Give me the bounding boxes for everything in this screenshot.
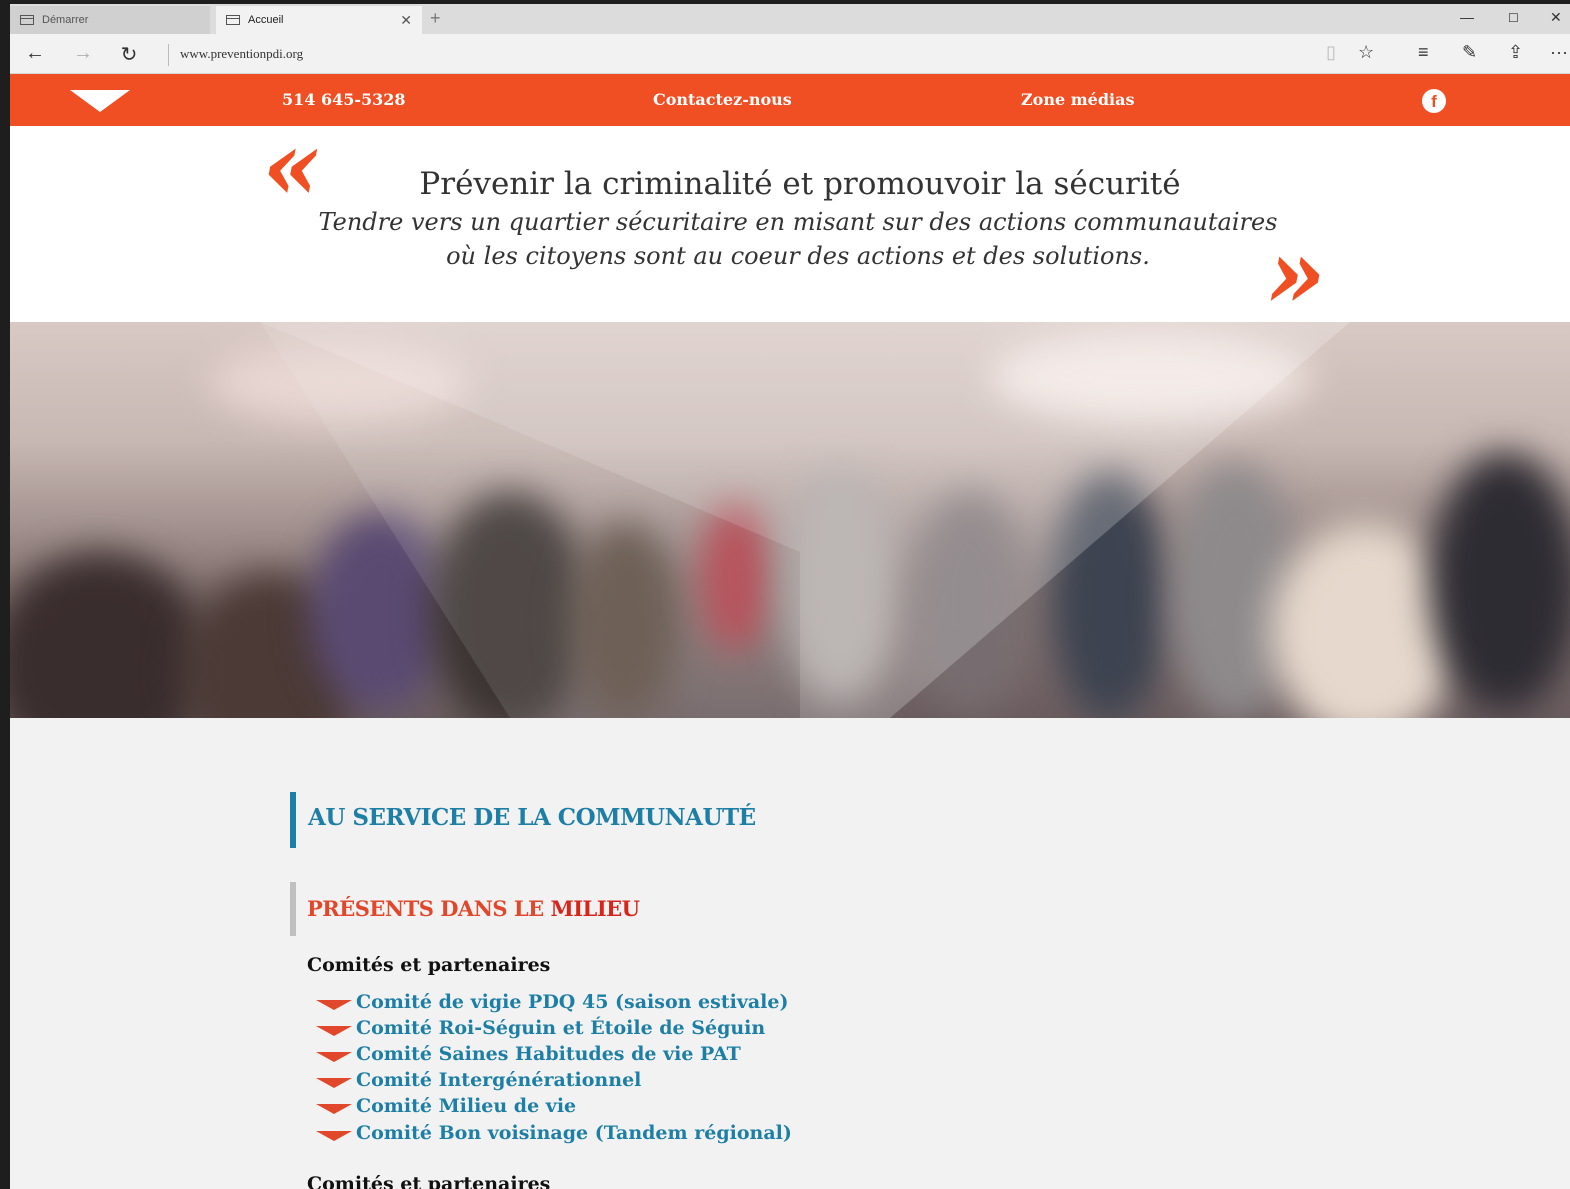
new-tab-icon[interactable]: +	[430, 8, 441, 29]
tagline-line-1: Tendre vers un quartier sécuritaire en m…	[318, 208, 1278, 236]
hub-icon[interactable]: ≡	[1418, 42, 1429, 63]
list-item[interactable]: Comité Saines Habitudes de vie PAT	[316, 1041, 741, 1067]
nav-media-link[interactable]: Zone médias	[1021, 90, 1134, 109]
committee-link[interactable]: Comité Milieu de vie	[356, 1095, 576, 1117]
committee-link[interactable]: Comité Bon voisinage (Tandem régional)	[356, 1122, 792, 1144]
section-subheading: PRÉSENTS DANS LE MILIEU	[290, 882, 640, 936]
bullet-arrow-icon	[316, 1078, 352, 1088]
list-item[interactable]: Comité Intergénérationnel	[316, 1067, 641, 1093]
group-title-2: Comités et partenaires	[307, 1173, 551, 1189]
bullet-arrow-icon	[316, 1000, 352, 1010]
committee-link[interactable]: Comité de vigie PDQ 45 (saison estivale)	[356, 991, 788, 1013]
logo-arrow-icon[interactable]	[70, 90, 130, 112]
hero-overlay-shapes	[260, 322, 1350, 718]
tagline-line-2: où les citoyens sont au coeur des action…	[446, 242, 1150, 270]
committee-link[interactable]: Comité Saines Habitudes de vie PAT	[356, 1043, 741, 1065]
share-icon[interactable]: ⇪	[1508, 42, 1523, 63]
page-title: Prévenir la criminalité et promouvoir la…	[419, 166, 1181, 202]
tab-label: Démarrer	[42, 14, 89, 26]
subheading-prefix: PRÉSENTS DANS LE	[307, 896, 551, 921]
bullet-arrow-icon	[316, 1052, 352, 1062]
list-item[interactable]: Comité de vigie PDQ 45 (saison estivale)	[316, 989, 788, 1015]
web-note-icon[interactable]: ✎	[1462, 42, 1477, 63]
refresh-icon[interactable]: ↻	[116, 42, 142, 67]
nav-contact-link[interactable]: Contactez-nous	[653, 90, 792, 109]
nav-phone[interactable]: 514 645-5328	[282, 90, 406, 109]
bullet-arrow-icon	[316, 1026, 352, 1036]
more-icon[interactable]: ···	[1550, 42, 1568, 63]
section-heading: AU SERVICE DE LA COMMUNAUTÉ	[290, 792, 756, 848]
browser-titlebar: Démarrer Accueil ✕ + — ☐ ✕	[10, 4, 1570, 34]
quote-banner: « Prévenir la criminalité et promouvoir …	[10, 118, 1570, 330]
forward-arrow-icon[interactable]: →	[70, 42, 96, 65]
list-item[interactable]: Comité Bon voisinage (Tandem régional)	[316, 1120, 792, 1146]
bullet-arrow-icon	[316, 1131, 352, 1141]
reading-view-icon[interactable]: ▯	[1326, 42, 1336, 63]
address-bar: ← → ↻ www.preventionpdi.org ▯ ☆ ≡ ✎ ⇪ ··…	[10, 34, 1570, 74]
minimize-icon[interactable]: —	[1460, 9, 1474, 25]
bullet-arrow-icon	[316, 1104, 352, 1114]
tab-demarrer[interactable]: Démarrer	[10, 6, 210, 34]
list-item[interactable]: Comité Milieu de vie	[316, 1093, 576, 1119]
main-content: AU SERVICE DE LA COMMUNAUTÉ PRÉSENTS DAN…	[10, 718, 1570, 1189]
url-field[interactable]: www.preventionpdi.org	[180, 46, 303, 62]
tab-accueil[interactable]: Accueil ✕	[216, 6, 422, 34]
favorite-star-icon[interactable]: ☆	[1358, 42, 1374, 63]
close-window-icon[interactable]: ✕	[1550, 9, 1562, 26]
committee-link[interactable]: Comité Intergénérationnel	[356, 1069, 641, 1091]
list-item[interactable]: Comité Roi-Séguin et Étoile de Séguin	[316, 1015, 765, 1041]
maximize-icon[interactable]: ☐	[1508, 11, 1519, 25]
tab-label: Accueil	[248, 14, 284, 26]
group-title: Comités et partenaires	[307, 954, 551, 976]
web-page: 514 645-5328 Contactez-nous Zone médias …	[10, 74, 1570, 1189]
facebook-icon[interactable]: f	[1422, 89, 1446, 113]
committee-link[interactable]: Comité Roi-Séguin et Étoile de Séguin	[356, 1017, 765, 1039]
back-arrow-icon[interactable]: ←	[22, 42, 48, 65]
site-nav-bar: 514 645-5328 Contactez-nous Zone médias …	[10, 74, 1570, 126]
address-separator	[168, 44, 169, 66]
subheading-emphasis: MILIEU	[550, 896, 640, 921]
close-tab-icon[interactable]: ✕	[400, 12, 412, 29]
close-quote-mark: »	[1266, 217, 1326, 330]
tab-page-icon	[226, 15, 240, 25]
hero-crowd-image	[10, 322, 1570, 718]
tab-page-icon	[20, 15, 34, 25]
